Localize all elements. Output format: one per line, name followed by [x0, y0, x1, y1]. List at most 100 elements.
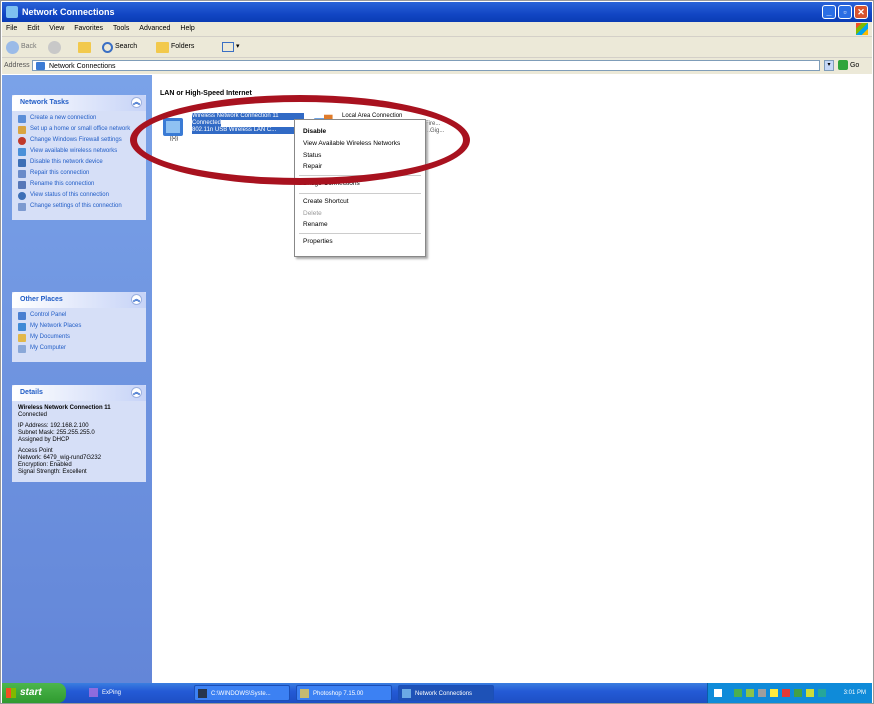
- collapse-chevron-icon[interactable]: ︽: [131, 97, 142, 108]
- windows-flag-icon: [6, 688, 16, 698]
- menu-file[interactable]: File: [6, 25, 17, 32]
- taskbar-item-network-connections[interactable]: Network Connections: [398, 685, 494, 701]
- place-my-computer[interactable]: My Computer: [18, 345, 140, 353]
- wireless-icon: [18, 148, 26, 156]
- photoshop-icon: [300, 689, 309, 698]
- control-panel-icon: [18, 312, 26, 320]
- other-places-header[interactable]: Other Places ︽: [12, 292, 146, 308]
- go-button[interactable]: Go: [838, 60, 868, 71]
- taskbar-item-exping[interactable]: ExPing: [86, 685, 166, 701]
- minimize-button[interactable]: _: [822, 5, 836, 19]
- tray-icon[interactable]: [770, 689, 778, 697]
- details-panel: Details ︽ Wireless Network Connection 11…: [12, 385, 146, 482]
- task-home-network[interactable]: Set up a home or small office network: [18, 126, 140, 134]
- tray-icon[interactable]: [746, 689, 754, 697]
- folders-button[interactable]: Folders: [156, 37, 194, 57]
- maximize-button[interactable]: ▫: [838, 5, 852, 19]
- place-label: My Documents: [30, 334, 71, 340]
- task-create-connection[interactable]: Create a new connection: [18, 115, 140, 123]
- place-control-panel[interactable]: Control Panel: [18, 312, 140, 320]
- task-rename[interactable]: Rename this connection: [18, 181, 140, 189]
- tray-icon[interactable]: [794, 689, 802, 697]
- place-my-documents[interactable]: My Documents: [18, 334, 140, 342]
- back-label: Back: [21, 43, 37, 50]
- search-icon: [102, 41, 113, 53]
- menu-view[interactable]: View: [49, 25, 64, 32]
- collapse-chevron-icon[interactable]: ︽: [131, 294, 142, 305]
- address-value: Network Connections: [49, 63, 116, 70]
- home-network-icon: [18, 126, 26, 134]
- forward-button[interactable]: [48, 37, 61, 57]
- group-header: LAN or High-Speed Internet: [160, 90, 252, 97]
- network-tasks-header[interactable]: Network Tasks ︽: [12, 95, 146, 111]
- views-button[interactable]: ▾: [222, 37, 240, 57]
- task-view-wireless[interactable]: View available wireless networks: [18, 148, 140, 156]
- details-encryption: Encryption: Enabled: [18, 462, 72, 468]
- tray-icon[interactable]: [758, 689, 766, 697]
- task-pane: Network Tasks ︽ Create a new connection …: [2, 75, 152, 683]
- details-mask: Subnet Mask: 255.255.255.0: [18, 430, 95, 436]
- place-label: Control Panel: [30, 312, 67, 318]
- collapse-chevron-icon[interactable]: ︽: [131, 387, 142, 398]
- details-assigned: Assigned by DHCP: [18, 437, 70, 443]
- network-places-icon: [18, 323, 26, 331]
- details-signal: Signal Strength: Excellent: [18, 469, 87, 475]
- menu-advanced[interactable]: Advanced: [139, 25, 170, 32]
- tray-icon[interactable]: [734, 689, 742, 697]
- toolbar: Back Search Folders ▾: [2, 37, 872, 58]
- chevron-down-icon: ▾: [236, 43, 240, 50]
- taskbar-item-label: C:\WINDOWS\Syste...: [211, 691, 271, 697]
- taskbar-item-label: Network Connections: [415, 691, 473, 697]
- clock: 3:01 PM: [843, 690, 866, 696]
- task-firewall[interactable]: Change Windows Firewall settings: [18, 137, 140, 145]
- task-view-status[interactable]: View status of this connection: [18, 192, 140, 200]
- taskbar-item-cmd[interactable]: C:\WINDOWS\Syste...: [194, 685, 290, 701]
- go-label: Go: [849, 62, 860, 69]
- menu-favorites[interactable]: Favorites: [74, 25, 103, 32]
- start-button[interactable]: start: [2, 683, 66, 703]
- settings-icon: [18, 203, 26, 211]
- folder-icon: [156, 41, 169, 53]
- task-label: Set up a home or small office network: [30, 126, 131, 132]
- tray-icon[interactable]: [806, 689, 814, 697]
- place-my-network-places[interactable]: My Network Places: [18, 323, 140, 331]
- task-label: View available wireless networks: [30, 148, 118, 154]
- menu-create-shortcut[interactable]: Create Shortcut: [303, 198, 349, 205]
- windows-logo-icon: [856, 23, 868, 35]
- network-connections-icon: [6, 6, 18, 18]
- task-label: Repair this connection: [30, 170, 90, 176]
- address-label: Address: [4, 62, 30, 69]
- menu-help[interactable]: Help: [180, 25, 194, 32]
- taskbar-item-photoshop[interactable]: Photoshop 7.15.00: [296, 685, 392, 701]
- menu-edit[interactable]: Edit: [27, 25, 39, 32]
- back-button[interactable]: Back: [6, 37, 37, 57]
- address-input[interactable]: Network Connections: [32, 60, 820, 71]
- task-label: Rename this connection: [30, 181, 95, 187]
- menu-rename[interactable]: Rename: [303, 221, 328, 228]
- menu-tools[interactable]: Tools: [113, 25, 129, 32]
- task-label: Change Windows Firewall settings: [30, 137, 122, 143]
- tray-icon[interactable]: [818, 689, 826, 697]
- menu-separator: [299, 233, 421, 234]
- close-button[interactable]: ✕: [854, 5, 868, 19]
- up-folder-button[interactable]: [78, 37, 91, 57]
- address-dropdown-button[interactable]: ▾: [824, 60, 834, 71]
- task-label: Disable this network device: [30, 159, 103, 165]
- task-label: View status of this connection: [30, 192, 109, 198]
- details-header[interactable]: Details ︽: [12, 385, 146, 401]
- menu-properties[interactable]: Properties: [303, 238, 333, 245]
- task-disable-device[interactable]: Disable this network device: [18, 159, 140, 167]
- task-change-settings[interactable]: Change settings of this connection: [18, 203, 140, 211]
- task-repair[interactable]: Repair this connection: [18, 170, 140, 178]
- exping-icon: [89, 688, 98, 697]
- views-icon: [222, 42, 234, 52]
- back-arrow-icon: [6, 40, 19, 54]
- repair-icon: [18, 170, 26, 178]
- task-label: Change settings of this connection: [30, 203, 122, 209]
- documents-icon: [18, 334, 26, 342]
- tray-icon[interactable]: [714, 689, 722, 697]
- menu-bar: File Edit View Favorites Tools Advanced …: [2, 22, 872, 37]
- search-button[interactable]: Search: [102, 37, 137, 57]
- command-prompt-icon: [198, 689, 207, 698]
- tray-icon[interactable]: [782, 689, 790, 697]
